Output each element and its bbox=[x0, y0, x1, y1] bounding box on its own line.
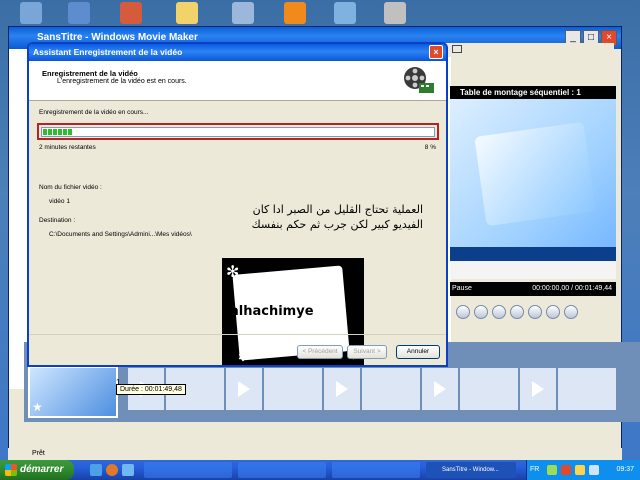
desktop-shortcut-icon[interactable] bbox=[384, 2, 406, 24]
progress-bar bbox=[41, 127, 435, 137]
desktop-shortcut-icon[interactable] bbox=[334, 2, 356, 24]
progress-block bbox=[68, 129, 72, 135]
play-button[interactable] bbox=[456, 305, 470, 319]
clip-thumbnail[interactable]: ★ bbox=[28, 366, 118, 418]
clock: 09:37 bbox=[616, 466, 634, 473]
clip-slot[interactable] bbox=[362, 368, 420, 410]
tray-icon[interactable] bbox=[561, 465, 571, 475]
video-preview bbox=[450, 99, 616, 279]
taskbar-item[interactable] bbox=[238, 462, 326, 478]
transition-slot[interactable] bbox=[226, 368, 262, 410]
preview-toolbar bbox=[442, 43, 614, 57]
vlc-icon[interactable] bbox=[284, 2, 306, 24]
dialog-body: Enregistrement de la vidéo en cours... 2… bbox=[29, 102, 446, 365]
film-reel-icon bbox=[404, 67, 434, 93]
windows-logo-icon bbox=[5, 464, 17, 476]
desktop-shortcut-icon[interactable] bbox=[68, 2, 90, 24]
dialog-title: Assistant Enregistrement de la vidéo bbox=[29, 44, 446, 61]
tray-icon[interactable] bbox=[547, 465, 557, 475]
preview-title: Table de montage séquentiel : 1 bbox=[450, 86, 616, 99]
taskbar: démarrer SansTitre - Window... FR 09:37 bbox=[0, 460, 640, 480]
transition-slot[interactable] bbox=[324, 368, 360, 410]
stop-button[interactable] bbox=[474, 305, 488, 319]
preview-ticker bbox=[450, 247, 616, 261]
clip-slot[interactable] bbox=[460, 368, 518, 410]
fast-forward-button[interactable] bbox=[546, 305, 560, 319]
filename-value: vidéo 1 bbox=[49, 198, 70, 205]
taskbar-item[interactable] bbox=[332, 462, 420, 478]
destination-label: Destination : bbox=[39, 217, 76, 224]
progress-block bbox=[58, 129, 62, 135]
dialog-header: Enregistrement de la vidéo L'enregistrem… bbox=[29, 61, 446, 101]
firefox-icon[interactable] bbox=[106, 464, 118, 476]
arabic-annotation: العملية تحتاج القليل من الصبر ادا كان ال… bbox=[225, 202, 423, 232]
save-video-wizard: Assistant Enregistrement de la vidéo × E… bbox=[27, 42, 448, 367]
star-icon: ★ bbox=[32, 400, 43, 414]
status-bar: Prêt bbox=[8, 448, 622, 460]
arabic-line-1: العملية تحتاج القليل من الصبر ادا كان bbox=[252, 203, 423, 216]
transition-slot[interactable] bbox=[520, 368, 556, 410]
progress-block bbox=[53, 129, 57, 135]
desktop-shortcut-icon[interactable] bbox=[232, 2, 254, 24]
preview-graphic bbox=[474, 121, 596, 227]
progress-percent: 8 % bbox=[424, 144, 436, 151]
rewind-button[interactable] bbox=[492, 305, 506, 319]
system-tray: FR 09:37 bbox=[526, 460, 640, 480]
desktop-shortcut-icon[interactable] bbox=[20, 2, 42, 24]
previous-frame-button[interactable] bbox=[510, 305, 524, 319]
next-button[interactable]: Suivant > bbox=[347, 345, 387, 359]
quicklaunch-icon[interactable] bbox=[122, 464, 134, 476]
preview-status-bar: Pause 00:00:00,00 / 00:01:49,44 bbox=[450, 282, 616, 296]
destination-value: C:\Documents and Settings\Admini...\Mes … bbox=[49, 231, 192, 238]
cancel-button[interactable]: Annuler bbox=[396, 345, 440, 359]
folder-icon[interactable] bbox=[176, 2, 198, 24]
time-remaining: 2 minutes restantes bbox=[39, 144, 96, 151]
filename-label: Nom du fichier vidéo : bbox=[39, 184, 102, 191]
dialog-close-button[interactable]: × bbox=[429, 45, 443, 59]
arabic-line-2: الفيديو كبير لكن جرب ثم حكم بنفسك bbox=[251, 218, 423, 231]
clip-slot[interactable] bbox=[558, 368, 616, 410]
timecode: 00:00:00,00 / 00:01:49,44 bbox=[532, 285, 612, 292]
tray-icon[interactable] bbox=[575, 465, 585, 475]
progress-block bbox=[43, 129, 47, 135]
dialog-footer: < Précédent Suivant > Annuler bbox=[29, 334, 446, 365]
signature-text: alhachimye bbox=[230, 304, 314, 319]
transition-slot[interactable] bbox=[422, 368, 458, 410]
clip-duration-tooltip: Durée : 00:01:49,48 bbox=[116, 384, 186, 395]
volume-icon[interactable] bbox=[589, 465, 599, 475]
desktop-shortcut-icon[interactable] bbox=[120, 2, 142, 24]
taskbar-item-label: SansTitre - Window... bbox=[442, 467, 499, 473]
header-subtitle: L'enregistrement de la vidéo est en cour… bbox=[57, 78, 187, 85]
quicklaunch-icon[interactable] bbox=[90, 464, 102, 476]
next-frame-button[interactable] bbox=[528, 305, 542, 319]
snowflake-icon: ✻ bbox=[226, 264, 240, 281]
taskbar-item[interactable] bbox=[144, 462, 232, 478]
view-menu-icon[interactable] bbox=[452, 45, 462, 53]
previous-button[interactable]: < Précédent bbox=[297, 345, 343, 359]
start-button[interactable]: démarrer bbox=[0, 460, 74, 480]
progress-label: Enregistrement de la vidéo en cours... bbox=[39, 109, 149, 116]
progress-block bbox=[63, 129, 67, 135]
progress-fill bbox=[43, 129, 433, 135]
playback-status: Pause bbox=[452, 285, 472, 292]
progress-block bbox=[48, 129, 52, 135]
taskbar-item-movie-maker[interactable]: SansTitre - Window... bbox=[426, 462, 516, 478]
fullscreen-button[interactable] bbox=[564, 305, 578, 319]
preview-seekbar[interactable] bbox=[450, 261, 616, 279]
playback-controls bbox=[450, 301, 616, 323]
language-indicator[interactable]: FR bbox=[527, 460, 539, 480]
start-label: démarrer bbox=[20, 464, 64, 475]
header-title: Enregistrement de la vidéo bbox=[42, 69, 138, 78]
clip-slot[interactable] bbox=[264, 368, 322, 410]
